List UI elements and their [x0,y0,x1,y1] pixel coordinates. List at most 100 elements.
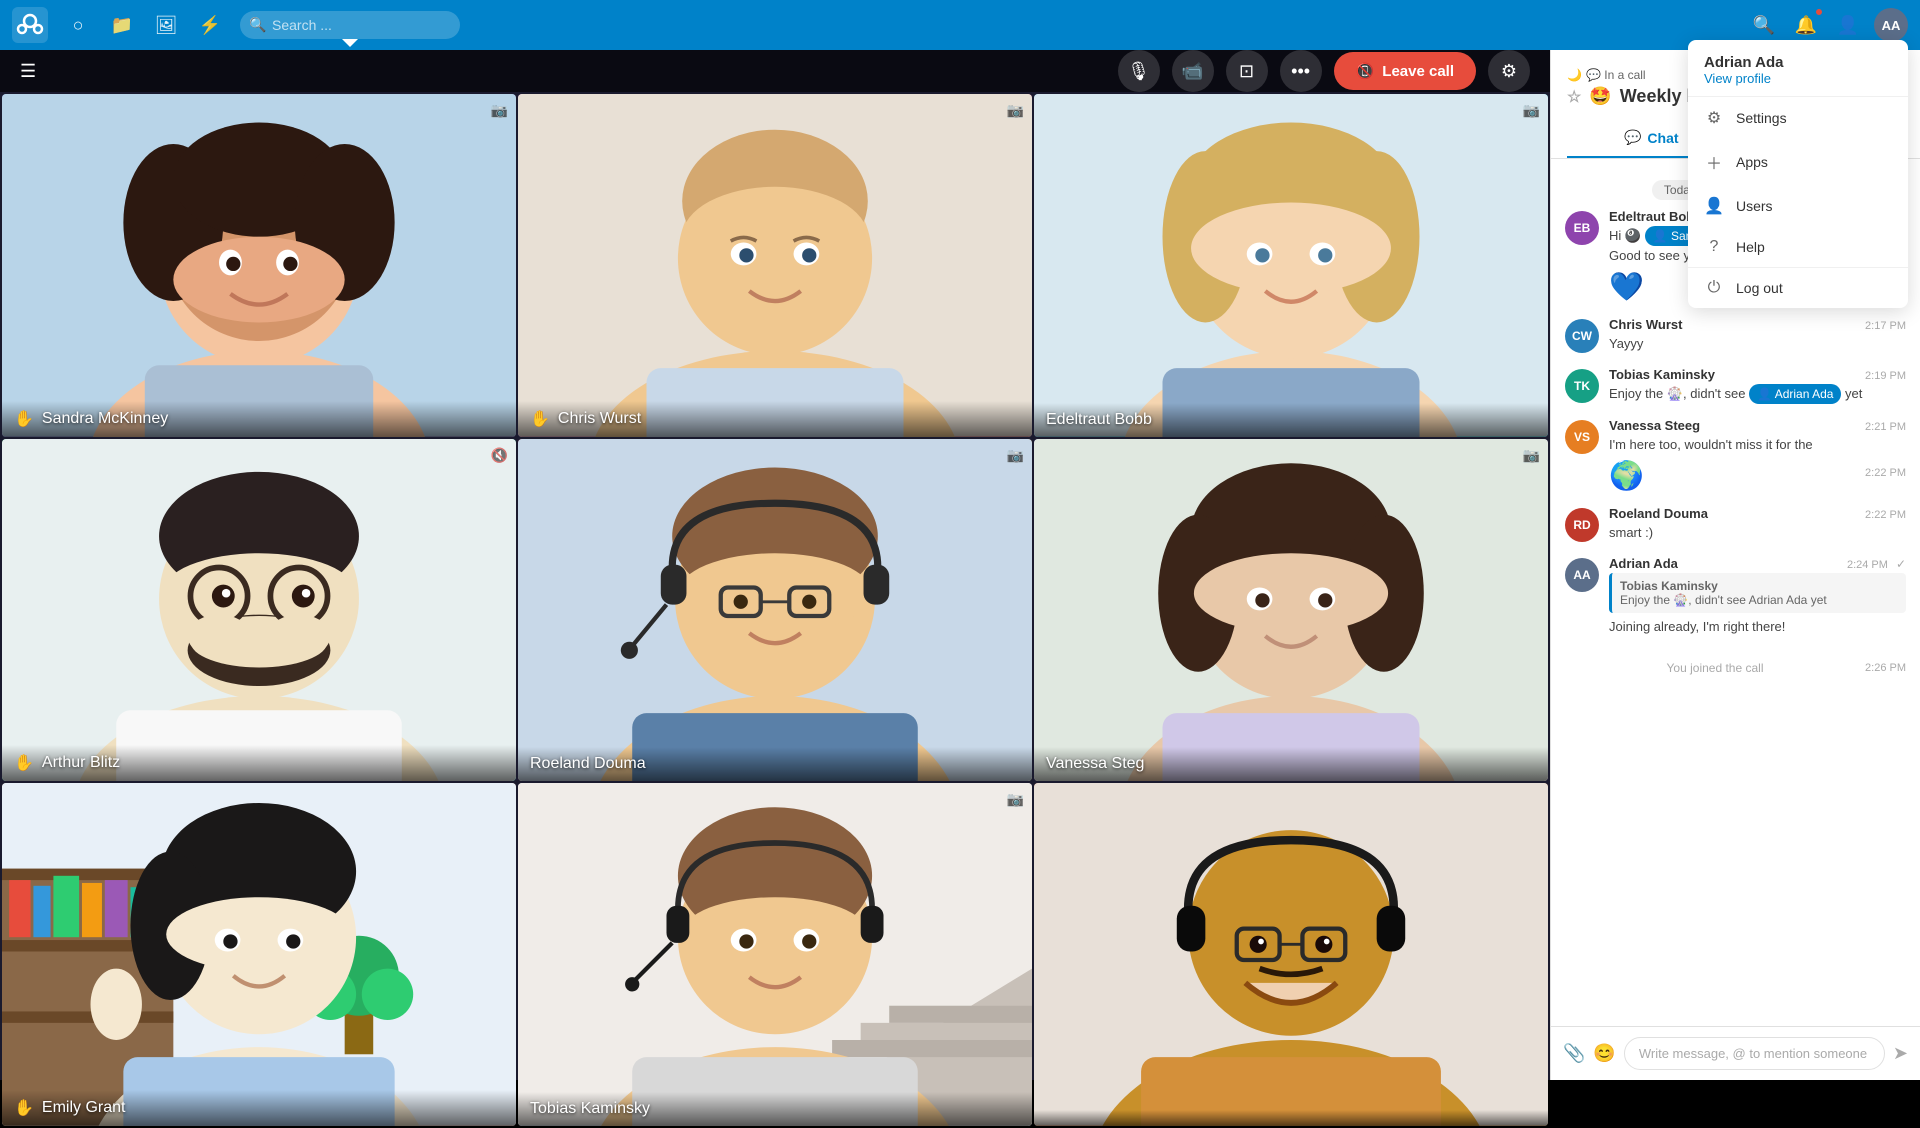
nav-activity-icon[interactable]: ⚡ [196,11,224,39]
leave-call-icon: 📵 [1356,62,1375,80]
msg-time-chris: 2:17 PM [1865,320,1906,332]
video-feed-roeland [518,439,1032,782]
msg-time-roeland: 2:22 PM [1865,509,1906,521]
moon-icon: 🌙 [1567,68,1582,82]
dropdown-view-profile[interactable]: View profile [1704,71,1892,86]
nav-files-icon[interactable]: 📁 [108,11,136,39]
video-cell-vanessa: Vanessa Steg 📷 [1034,439,1548,782]
dropdown-settings-label: Settings [1736,110,1787,126]
participant-name-vanessa: Vanessa Steg [1046,755,1144,773]
help-icon: ? [1704,238,1724,256]
cell-overlay-edeltraut: Edeltraut Bobb [1034,403,1548,437]
leave-call-button[interactable]: 📵 Leave call [1334,52,1476,90]
msg-header-adrian: Adrian Ada 2:24 PM ✓ [1609,556,1906,571]
msg-time-tobias: 2:19 PM [1865,370,1906,382]
msg-emoji-vanessa: 🌍 [1609,459,1644,492]
leave-call-label: Leave call [1382,63,1454,80]
cell-cam-icon-tobias: 📷 [1007,791,1024,808]
camera-button[interactable]: 📹 [1172,50,1214,92]
msg-text-vanessa: I'm here too, wouldn't miss it for the [1609,435,1906,455]
video-toolbar: ☰ 🎙 📹 ⊡ ••• 📵 Leave call ⚙ [0,50,1550,92]
search-container: 🔍 [240,11,460,39]
video-feed-edeltraut [1034,94,1548,437]
message-group-adrian: AA Adrian Ada 2:24 PM ✓ Tobias Kaminsky … [1565,556,1906,637]
msg-emoji-time-vanessa: 2:22 PM [1865,467,1906,479]
apps-icon: ＋ [1704,150,1724,174]
msg-content-chris: Chris Wurst 2:17 PM Yayyy [1609,317,1906,354]
chat-message-input[interactable] [1624,1037,1885,1070]
msg-author-roeland: Roeland Douma [1609,506,1708,521]
more-options-button[interactable]: ••• [1280,50,1322,92]
message-group-vanessa: VS Vanessa Steeg 2:21 PM I'm here too, w… [1565,418,1906,492]
msg-header-vanessa: Vanessa Steeg 2:21 PM [1609,418,1906,433]
msg-header-tobias: Tobias Kaminsky 2:19 PM [1609,367,1906,382]
attach-icon[interactable]: 📎 [1563,1043,1585,1064]
msg-content-tobias: Tobias Kaminsky 2:19 PM Enjoy the 🎡, did… [1609,367,1906,404]
contacts-icon[interactable]: 👤 [1832,9,1864,41]
settings-button[interactable]: ⚙ [1488,50,1530,92]
msg-author-tobias: Tobias Kaminsky [1609,367,1715,382]
cell-overlay-roeland: Roeland Douma [518,747,1032,781]
video-feed-tobias [518,783,1032,1126]
chat-input-area: 📎 😊 ➤ [1551,1026,1920,1080]
msg-time-vanessa: 2:21 PM [1865,421,1906,433]
msg-check-icon: ✓ [1896,557,1906,571]
video-cell-sandra: ✋ Sandra McKinney 📷 [2,94,516,437]
dropdown-logout-label: Log out [1736,280,1783,296]
star-icon[interactable]: ☆ [1567,87,1581,107]
dropdown-logout[interactable]: ⏻ Log out [1688,268,1908,308]
dropdown-settings[interactable]: ⚙ Settings [1688,97,1908,139]
cell-overlay-sandra: ✋ Sandra McKinney [2,401,516,437]
nav-circle-icon[interactable]: ○ [64,11,92,39]
send-icon[interactable]: ➤ [1893,1043,1908,1064]
cell-overlay-tobias: Tobias Kaminsky [518,1092,1032,1126]
mute-button[interactable]: 🎙 [1118,50,1160,92]
user-avatar[interactable]: AA [1874,8,1908,42]
emoji-icon[interactable]: 😊 [1593,1043,1615,1064]
dropdown-help-label: Help [1736,239,1765,255]
quoted-message: Tobias Kaminsky Enjoy the 🎡, didn't see … [1609,573,1906,613]
users-icon: 👤 [1704,196,1724,216]
msg-avatar-chris: CW [1565,319,1599,353]
status-text: 💬 In a call [1586,68,1646,82]
msg-avatar-edeltraut: EB [1565,211,1599,245]
chat-tab-label: Chat [1647,130,1678,146]
participant-name-roeland: Roeland Douma [530,755,646,773]
search-input[interactable] [240,11,460,39]
cell-overlay-ninth [1034,1110,1548,1126]
top-search-icon[interactable]: 🔍 [1748,9,1780,41]
video-feed-sandra [2,94,516,437]
msg-content-roeland: Roeland Douma 2:22 PM smart :) [1609,506,1906,543]
notifications-wrapper: 🔔 [1790,9,1822,41]
msg-text-tobias: Enjoy the 🎡, didn't see 👤 Adrian Ada yet [1609,384,1906,404]
hamburger-menu-icon[interactable]: ☰ [20,61,36,82]
cell-overlay-arthur: ✋ Arthur Blitz [2,745,516,781]
video-cell-emily: ✋ Emily Grant [2,783,516,1126]
video-cell-ninth [1034,783,1548,1126]
msg-avatar-roeland: RD [1565,508,1599,542]
search-icon: 🔍 [249,17,266,34]
video-cell-arthur: ✋ Arthur Blitz 🔇 [2,439,516,782]
msg-time-adrian: 2:24 PM [1847,559,1888,571]
screen-share-button[interactable]: ⊡ [1226,50,1268,92]
dropdown-help[interactable]: ? Help [1688,227,1908,267]
dropdown-users[interactable]: 👤 Users [1688,185,1908,227]
system-message-row: You joined the call 2:26 PM [1565,651,1906,685]
cell-mic-off-arthur: 🔇 [491,447,508,464]
dropdown-apps[interactable]: ＋ Apps [1688,139,1908,185]
notification-badge [1814,7,1824,17]
search-triangle-indicator [342,39,358,47]
nav-photos-icon[interactable]: 🖼 [152,11,180,39]
logout-icon: ⏻ [1704,279,1724,297]
participant-name-emily: Emily Grant [42,1099,126,1117]
mention-adrian: 👤 Adrian Ada [1749,384,1841,404]
settings-icon: ⚙ [1704,108,1724,128]
video-area: ☰ 🎙 📹 ⊡ ••• 📵 Leave call ⚙ [0,50,1550,1080]
hand-icon-chris: ✋ [530,409,550,429]
participant-name-tobias: Tobias Kaminsky [530,1100,650,1118]
nextcloud-logo[interactable] [12,7,48,43]
msg-header-chris: Chris Wurst 2:17 PM [1609,317,1906,332]
cell-cam-icon-roeland: 📷 [1007,447,1024,464]
room-emoji: 🤩 [1589,86,1611,107]
video-feed-arthur [2,439,516,782]
